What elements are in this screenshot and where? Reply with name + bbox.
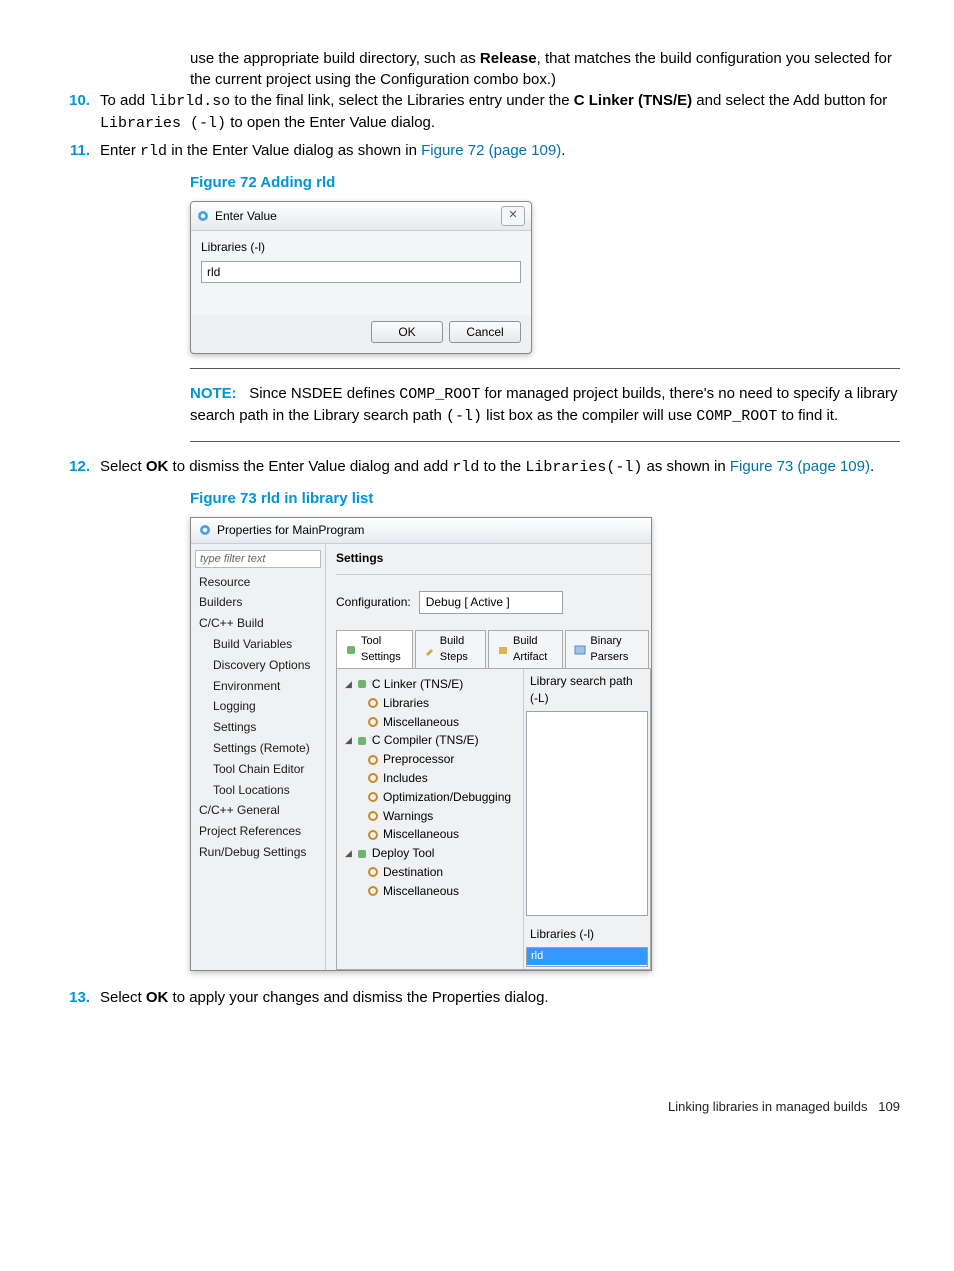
figure-72-title: Figure 72 Adding rld [190, 172, 900, 193]
expand-icon[interactable]: ◢ [345, 847, 352, 860]
tool-icon [356, 735, 368, 747]
expand-icon[interactable]: ◢ [345, 678, 352, 691]
enter-value-dialog: Enter Value ✕ Libraries (-l) OK Cancel [190, 201, 532, 354]
nav-toolchain[interactable]: Tool Chain Editor [195, 759, 321, 780]
step-number: 13. [54, 987, 100, 1008]
tab-tool-settings[interactable]: Tool Settings [336, 630, 413, 668]
divider [190, 368, 900, 369]
nav-settings[interactable]: Settings [195, 717, 321, 738]
tree-optdebug[interactable]: Optimization/Debugging [341, 788, 519, 807]
nav-toollocations[interactable]: Tool Locations [195, 780, 321, 801]
tree-misc3[interactable]: Miscellaneous [341, 882, 519, 901]
dialog-icon [197, 210, 209, 222]
dialog-title-text: Properties for MainProgram [217, 522, 364, 539]
expand-icon[interactable]: ◢ [345, 734, 352, 747]
gear-icon [367, 772, 379, 784]
tree-ccompiler[interactable]: ◢ C Compiler (TNS/E) [341, 731, 519, 750]
step-11: 11. Enter rld in the Enter Value dialog … [54, 140, 900, 162]
gear-icon [367, 829, 379, 841]
gear-icon [367, 791, 379, 803]
nav-settings-remote[interactable]: Settings (Remote) [195, 738, 321, 759]
gear-icon [367, 885, 379, 897]
step-body: To add librld.so to the final link, sele… [100, 90, 900, 134]
tree-libraries[interactable]: Libraries [341, 694, 519, 713]
tree-preproc[interactable]: Preprocessor [341, 750, 519, 769]
library-item-rld[interactable]: rld [527, 948, 647, 965]
tool-icon [345, 644, 357, 656]
tree-deploy[interactable]: ◢ Deploy Tool [341, 844, 519, 863]
gear-icon [367, 754, 379, 766]
figure-73-link[interactable]: Figure 73 (page 109) [730, 458, 870, 475]
nav-ccgeneral[interactable]: C/C++ General [195, 800, 321, 821]
tree-clinker[interactable]: ◢ C Linker (TNS/E) [341, 675, 519, 694]
release-bold: Release [480, 50, 537, 67]
libsearch-listbox[interactable] [526, 711, 648, 917]
settings-heading: Settings [336, 550, 651, 576]
nav-builders[interactable]: Builders [195, 592, 321, 613]
close-icon[interactable]: ✕ [501, 206, 525, 226]
gear-icon [367, 716, 379, 728]
step-number: 12. [54, 456, 100, 478]
libraries-input[interactable] [201, 261, 521, 283]
dialog-titlebar: Enter Value ✕ [191, 202, 531, 231]
wrench-icon [424, 644, 436, 656]
note-label: NOTE: [190, 385, 237, 402]
tool-icon [356, 848, 368, 860]
step-number: 11. [54, 140, 100, 162]
dialog-title-text: Enter Value [215, 208, 277, 225]
nav-logging[interactable]: Logging [195, 696, 321, 717]
tool-tree: ◢ C Linker (TNS/E) Libraries Miscellaneo… [337, 669, 524, 969]
note-block: NOTE: Since NSDEE defines COMP_ROOT for … [190, 383, 900, 427]
nav-projrefs[interactable]: Project References [195, 821, 321, 842]
text: use the appropriate build directory, suc… [190, 50, 480, 67]
nav-rundebug[interactable]: Run/Debug Settings [195, 842, 321, 863]
tab-binary-parsers[interactable]: Binary Parsers [565, 630, 649, 668]
step-10: 10. To add librld.so to the final link, … [54, 90, 900, 134]
tree-dest[interactable]: Destination [341, 863, 519, 882]
binary-icon [574, 644, 586, 656]
step-13: 13. Select OK to apply your changes and … [54, 987, 900, 1008]
tree-misc1[interactable]: Miscellaneous [341, 713, 519, 732]
configuration-combo[interactable]: Debug [ Active ] [419, 591, 563, 614]
figure-72-link[interactable]: Figure 72 (page 109) [421, 142, 561, 159]
box-icon [497, 644, 509, 656]
tab-build-artifact[interactable]: Build Artifact [488, 630, 563, 668]
libraries-label: Libraries (-l) [524, 922, 650, 947]
tabs: Tool Settings Build Steps Build Artifact… [336, 630, 651, 669]
figure-73-title: Figure 73 rld in library list [190, 488, 900, 509]
divider [190, 441, 900, 442]
tool-icon [356, 678, 368, 690]
step-body: Select OK to dismiss the Enter Value dia… [100, 456, 900, 478]
nav-buildvars[interactable]: Build Variables [195, 634, 321, 655]
step-body: Select OK to apply your changes and dism… [100, 987, 900, 1008]
page-footer: Linking libraries in managed builds 109 [54, 1098, 900, 1116]
nav-resource[interactable]: Resource [195, 572, 321, 593]
step-12: 12. Select OK to dismiss the Enter Value… [54, 456, 900, 478]
step-body: Enter rld in the Enter Value dialog as s… [100, 140, 900, 162]
cancel-button[interactable]: Cancel [449, 321, 521, 343]
intro-paragraph: use the appropriate build directory, suc… [190, 48, 900, 90]
filter-input[interactable] [195, 550, 321, 568]
nav-discovery[interactable]: Discovery Options [195, 655, 321, 676]
nav-environment[interactable]: Environment [195, 676, 321, 697]
tree-misc2[interactable]: Miscellaneous [341, 825, 519, 844]
field-label: Libraries (-l) [201, 239, 521, 256]
dialog-titlebar: Properties for MainProgram [191, 518, 651, 544]
libraries-listbox[interactable]: rld [526, 947, 648, 967]
nav-ccbuild[interactable]: C/C++ Build [195, 613, 321, 634]
gear-icon [367, 810, 379, 822]
tree-warnings[interactable]: Warnings [341, 807, 519, 826]
dialog-icon [199, 524, 211, 536]
properties-dialog: Properties for MainProgram Resource Buil… [190, 517, 652, 971]
tab-build-steps[interactable]: Build Steps [415, 630, 486, 668]
nav-tree: Resource Builders C/C++ Build Build Vari… [191, 544, 326, 970]
libsearch-label: Library search path (-L) [524, 669, 650, 711]
step-number: 10. [54, 90, 100, 134]
tree-includes[interactable]: Includes [341, 769, 519, 788]
gear-icon [367, 697, 379, 709]
configuration-label: Configuration: [336, 594, 411, 611]
gear-icon [367, 866, 379, 878]
ok-button[interactable]: OK [371, 321, 443, 343]
